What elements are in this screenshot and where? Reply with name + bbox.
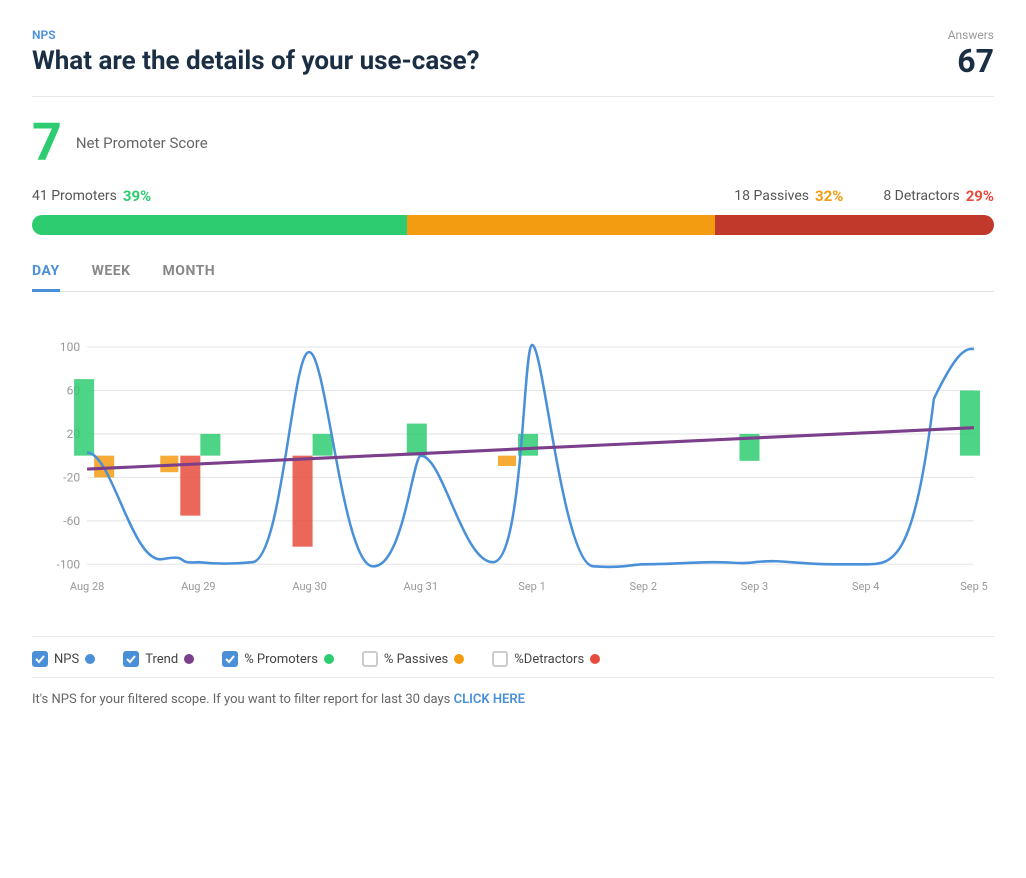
legend-checkbox-promoters[interactable] xyxy=(222,651,238,667)
page-title: What are the details of your use-case? xyxy=(32,46,480,76)
svg-text:Sep 1: Sep 1 xyxy=(518,580,545,593)
svg-text:100: 100 xyxy=(60,340,80,354)
chart-area: 100 60 20 -20 -60 -100 Aug 28 Aug 29 Aug… xyxy=(32,316,994,616)
passives-stat: 18 Passives 32% xyxy=(734,187,843,205)
net-promoter-label: Net Promoter Score xyxy=(76,134,208,152)
detractors-stat: 8 Detractors 29% xyxy=(883,187,994,205)
promoters-count: 41 Promoters xyxy=(32,188,117,204)
svg-text:Sep 4: Sep 4 xyxy=(852,580,880,593)
promoters-pct: 39% xyxy=(123,187,151,205)
answers-count: 67 xyxy=(948,42,994,80)
svg-text:Sep 2: Sep 2 xyxy=(630,580,657,593)
svg-text:-100: -100 xyxy=(57,557,81,571)
legend-row: NPS Trend % Promoters % Passives %Detrac… xyxy=(32,636,994,677)
legend-dot-nps xyxy=(85,654,95,664)
promoters-bar xyxy=(32,215,407,235)
detractors-bar xyxy=(715,215,994,235)
legend-dot-trend xyxy=(184,654,194,664)
passives-pct: 32% xyxy=(815,187,843,205)
legend-checkbox-detractors[interactable] xyxy=(492,651,508,667)
legend-dot-detractors xyxy=(590,654,600,664)
tab-week[interactable]: WEEK xyxy=(92,263,131,292)
legend-label-promoters: % Promoters xyxy=(244,652,318,667)
detractors-count: 8 Detractors xyxy=(883,188,959,204)
svg-text:Aug 28: Aug 28 xyxy=(70,580,104,593)
legend-label-nps: NPS xyxy=(54,652,79,667)
svg-text:Aug 30: Aug 30 xyxy=(292,580,326,593)
legend-dot-passives xyxy=(454,654,464,664)
footer-description: It's NPS for your filtered scope. If you… xyxy=(32,692,454,707)
tab-day[interactable]: DAY xyxy=(32,263,60,292)
svg-text:Aug 29: Aug 29 xyxy=(181,580,215,593)
nps-label: NPS xyxy=(32,28,480,42)
answers-label: Answers xyxy=(948,28,994,42)
chart-svg: 100 60 20 -20 -60 -100 Aug 28 Aug 29 Aug… xyxy=(32,316,994,616)
legend-label-detractors: %Detractors xyxy=(514,652,584,667)
svg-text:Sep 5: Sep 5 xyxy=(960,580,987,593)
legend-trend[interactable]: Trend xyxy=(123,651,194,667)
svg-text:Sep 3: Sep 3 xyxy=(741,580,768,593)
svg-text:-20: -20 xyxy=(63,470,80,484)
passives-count: 18 Passives xyxy=(734,188,809,204)
legend-checkbox-nps[interactable] xyxy=(32,651,48,667)
detractors-pct: 29% xyxy=(966,187,994,205)
nps-score-value: 7 xyxy=(32,117,62,169)
svg-text:Aug 31: Aug 31 xyxy=(404,580,438,593)
promoters-stat: 41 Promoters 39% xyxy=(32,187,151,205)
passives-bar xyxy=(407,215,715,235)
tab-month[interactable]: MONTH xyxy=(163,263,216,292)
legend-promoters[interactable]: % Promoters xyxy=(222,651,334,667)
progress-bar xyxy=(32,215,994,235)
legend-checkbox-trend[interactable] xyxy=(123,651,139,667)
svg-text:-60: -60 xyxy=(63,514,80,528)
tabs-row: DAY WEEK MONTH xyxy=(32,263,994,292)
legend-label-passives: % Passives xyxy=(384,652,448,667)
legend-passives[interactable]: % Passives xyxy=(362,651,464,667)
legend-checkbox-passives[interactable] xyxy=(362,651,378,667)
header-divider xyxy=(32,96,994,97)
footer-link[interactable]: CLICK HERE xyxy=(454,692,525,707)
legend-dot-promoters xyxy=(324,654,334,664)
legend-label-trend: Trend xyxy=(145,652,178,667)
legend-detractors[interactable]: %Detractors xyxy=(492,651,600,667)
footer-text: It's NPS for your filtered scope. If you… xyxy=(32,677,994,707)
legend-nps[interactable]: NPS xyxy=(32,651,95,667)
